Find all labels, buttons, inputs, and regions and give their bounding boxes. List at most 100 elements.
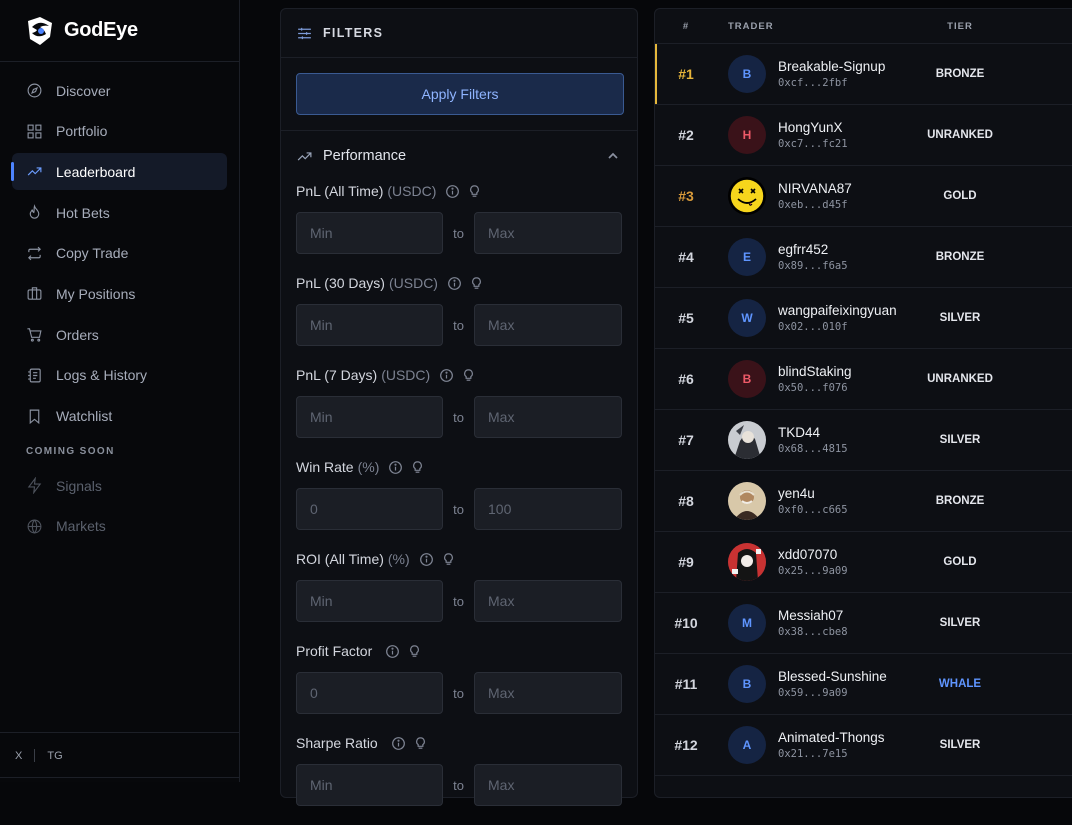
info-icon[interactable] [439,368,454,383]
trader-name[interactable]: wangpaifeixingyuan [778,303,897,318]
trader-address[interactable]: 0x38...cbe8 [778,626,848,638]
trader-cell[interactable]: M Messiah07 0x38...cbe8 [717,604,900,642]
table-row[interactable]: #10 M Messiah07 0x38...cbe8 SILVER [655,593,1072,654]
avatar[interactable]: H [728,116,766,154]
performance-section-header[interactable]: Performance [281,131,637,181]
sidebar-item-orders[interactable]: Orders [12,316,227,353]
trader-cell[interactable]: Wwangpaifeixingyuan 0x02...010f [717,299,900,337]
trader-cell[interactable]: Eegfrr452 0x89...f6a5 [717,238,900,276]
sidebar-item-discover[interactable]: Discover [12,72,227,109]
trader-cell[interactable]: B Blessed-Sunshine 0x59...9a09 [717,665,900,703]
trader-name[interactable]: TKD44 [778,425,848,440]
min-input[interactable] [296,672,443,714]
lightbulb-icon[interactable] [461,368,476,383]
trader-name[interactable]: Blessed-Sunshine [778,669,887,684]
trader-address[interactable]: 0xcf...2fbf [778,77,885,89]
column-header-rank[interactable]: # [655,21,717,32]
sidebar-item-hot-bets[interactable]: Hot Bets [12,194,227,231]
sidebar-item-leaderboard[interactable]: Leaderboard [11,153,227,191]
trader-address[interactable]: 0xf0...c665 [778,504,848,516]
table-row[interactable]: #7 TKD44 0x68...4815 SILVER [655,410,1072,471]
chevron-up-icon[interactable] [607,150,619,162]
logo[interactable]: GodEye [0,0,239,62]
avatar[interactable]: E [728,238,766,276]
avatar[interactable]: B [728,55,766,93]
trader-cell[interactable]: NIRVANA87 0xeb...d45f [717,177,900,215]
avatar[interactable]: W [728,299,766,337]
avatar[interactable]: B [728,665,766,703]
max-input[interactable] [474,672,622,714]
trader-address[interactable]: 0x89...f6a5 [778,260,848,272]
lightbulb-icon[interactable] [413,736,428,751]
table-row[interactable]: #3 NIRVANA87 0xeb...d45f GOLD [655,166,1072,227]
trader-name[interactable]: blindStaking [778,364,852,379]
max-input[interactable] [474,580,622,622]
lightbulb-icon[interactable] [410,460,425,475]
table-row[interactable]: #9 xdd07070 0x25...9a09 GOLD [655,532,1072,593]
sidebar-item-portfolio[interactable]: Portfolio [12,113,227,150]
trader-address[interactable]: 0x68...4815 [778,443,848,455]
trader-address[interactable]: 0x21...7e15 [778,748,885,760]
trader-cell[interactable]: TKD44 0x68...4815 [717,421,900,459]
max-input[interactable] [474,304,622,346]
x-link[interactable]: X [15,750,22,762]
sidebar-item-logs-history[interactable]: Logs & History [12,357,227,394]
trader-name[interactable]: egfrr452 [778,242,848,257]
trader-name[interactable]: Breakable-Signup [778,59,885,74]
table-row[interactable]: #2 H HongYunX 0xc7...fc21 UNRANKED [655,105,1072,166]
table-row[interactable]: #1 B Breakable-Signup 0xcf...2fbf BRONZE [655,44,1072,105]
table-row[interactable]: #11 B Blessed-Sunshine 0x59...9a09 WHALE [655,654,1072,715]
trader-cell[interactable]: xdd07070 0x25...9a09 [717,543,900,581]
table-row[interactable]: #8 yen4u 0xf0...c665 BRONZE [655,471,1072,532]
avatar[interactable]: M [728,604,766,642]
trader-name[interactable]: HongYunX [778,120,848,135]
trader-cell[interactable]: B Breakable-Signup 0xcf...2fbf [717,55,900,93]
min-input[interactable] [296,304,443,346]
info-icon[interactable] [447,276,462,291]
avatar[interactable] [728,543,766,581]
max-input[interactable] [474,212,622,254]
sidebar-item-copy-trade[interactable]: Copy Trade [12,235,227,272]
column-header-trader[interactable]: TRADER [717,21,900,32]
lightbulb-icon[interactable] [469,276,484,291]
trader-address[interactable]: 0x25...9a09 [778,565,848,577]
trader-name[interactable]: yen4u [778,486,848,501]
avatar[interactable] [728,421,766,459]
avatar[interactable] [728,482,766,520]
trader-address[interactable]: 0x02...010f [778,321,897,333]
info-icon[interactable] [445,184,460,199]
trader-name[interactable]: xdd07070 [778,547,848,562]
table-row[interactable]: #5 Wwangpaifeixingyuan 0x02...010f SILVER [655,288,1072,349]
max-input[interactable] [474,764,622,806]
apply-filters-button[interactable]: Apply Filters [296,73,624,115]
trader-name[interactable]: Animated-Thongs [778,730,885,745]
sidebar-item-my-positions[interactable]: My Positions [12,275,227,312]
min-input[interactable] [296,488,443,530]
trader-name[interactable]: Messiah07 [778,608,848,623]
min-input[interactable] [296,396,443,438]
trader-cell[interactable]: yen4u 0xf0...c665 [717,482,900,520]
sidebar-item-watchlist[interactable]: Watchlist [12,398,227,435]
info-icon[interactable] [388,460,403,475]
table-row[interactable]: #12 A Animated-Thongs 0x21...7e15 SILVER [655,715,1072,776]
avatar[interactable]: A [728,726,766,764]
trader-cell[interactable]: A Animated-Thongs 0x21...7e15 [717,726,900,764]
column-header-tier[interactable]: TIER [900,21,1020,32]
trader-address[interactable]: 0x59...9a09 [778,687,887,699]
max-input[interactable] [474,488,622,530]
min-input[interactable] [296,580,443,622]
trader-address[interactable]: 0xeb...d45f [778,199,852,211]
avatar[interactable] [728,177,766,215]
trader-name[interactable]: NIRVANA87 [778,181,852,196]
lightbulb-icon[interactable] [407,644,422,659]
trader-address[interactable]: 0x50...f076 [778,382,852,394]
min-input[interactable] [296,764,443,806]
info-icon[interactable] [419,552,434,567]
trader-cell[interactable]: H HongYunX 0xc7...fc21 [717,116,900,154]
info-icon[interactable] [391,736,406,751]
table-row[interactable]: #6 BblindStaking 0x50...f076 UNRANKED [655,349,1072,410]
info-icon[interactable] [385,644,400,659]
avatar[interactable]: B [728,360,766,398]
table-row[interactable]: #4 Eegfrr452 0x89...f6a5 BRONZE [655,227,1072,288]
tg-link[interactable]: TG [47,750,62,762]
